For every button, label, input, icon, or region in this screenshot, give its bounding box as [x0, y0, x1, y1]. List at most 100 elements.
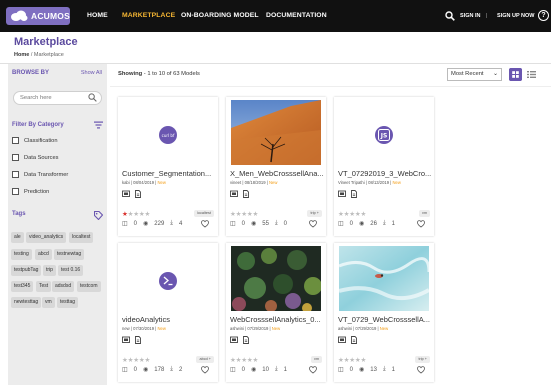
checkbox[interactable] — [12, 171, 19, 178]
sign-in-link[interactable]: SIGN IN — [460, 0, 480, 32]
comment-count: 0 — [241, 220, 246, 227]
model-tag[interactable]: trip + — [415, 356, 430, 363]
checkbox[interactable] — [12, 188, 19, 195]
browse-sidebar: BROWSE BY Show All Search here Filter By… — [8, 64, 107, 385]
model-tag[interactable]: vm — [310, 356, 322, 363]
tag-chip[interactable]: trip — [43, 265, 56, 276]
model-date: 07/29/2019 — [355, 326, 377, 331]
tag-chip[interactable]: vm — [42, 297, 55, 308]
checkbox[interactable] — [12, 154, 19, 161]
model-type-icons — [230, 190, 250, 199]
rating-stars[interactable]: ★★★★★ — [230, 210, 258, 218]
help-icon[interactable]: ? — [538, 10, 549, 21]
comment-icon: ◫ — [230, 221, 236, 227]
model-name[interactable]: videoAnalytics — [122, 315, 216, 324]
view-icon: ◉ — [143, 221, 149, 227]
search-icon[interactable] — [88, 93, 97, 102]
tag-icon[interactable] — [94, 211, 103, 220]
model-name[interactable]: VT_0729_WebCrosssellA... — [338, 315, 432, 324]
heart-icon[interactable] — [201, 366, 209, 374]
tag-chip[interactable]: newtesttag — [11, 297, 42, 308]
sort-dropdown[interactable]: Most Recent ⌄ — [447, 68, 502, 81]
nav-onboarding-model[interactable]: ON-BOARDING MODEL — [181, 0, 259, 32]
model-thumbnail[interactable]: JS — [339, 100, 429, 165]
tag-chip[interactable]: Test — [36, 281, 52, 292]
breadcrumb-home[interactable]: Home — [14, 52, 29, 58]
category-prediction[interactable]: Prediction — [12, 187, 49, 196]
filter-icon[interactable] — [94, 121, 103, 129]
model-tag[interactable]: vm — [418, 210, 430, 217]
model-name[interactable]: VT_07292019_3_WebCro... — [338, 169, 432, 178]
model-card[interactable]: X_Men_WebCrosssellAna... vineet | 08/18/… — [226, 97, 326, 236]
category-label: Classification — [24, 137, 58, 144]
view-count: 10 — [262, 366, 269, 373]
category-data-transformer[interactable]: Data Transformer — [12, 170, 68, 179]
model-thumbnail[interactable] — [231, 246, 321, 311]
rating-stars[interactable]: ★★★★★ — [122, 210, 150, 218]
sign-up-link[interactable]: SIGN UP NOW — [497, 0, 535, 32]
list-view-icon[interactable] — [525, 68, 538, 81]
view-count: 229 — [154, 220, 165, 227]
model-type-icons — [338, 190, 358, 199]
tag-chip[interactable]: testnewtag — [54, 249, 85, 260]
model-card[interactable]: JS VT_07292019_3_WebCro... Vineet Tripat… — [334, 97, 434, 236]
showing-label: Showing — [118, 71, 143, 77]
model-tag[interactable]: trip + — [307, 210, 322, 217]
model-card[interactable]: WebCrosssellAnalytics_0... ashwini | 07/… — [226, 243, 326, 382]
grid-view-icon[interactable] — [509, 68, 522, 81]
rating-stars[interactable]: ★★★★★ — [338, 356, 366, 364]
tag-chip[interactable]: test 0.16 — [58, 265, 84, 276]
model-stats: ◫ 0 ◉ 26 ⤓ 1 — [338, 220, 395, 227]
model-thumbnail[interactable]: curl bf — [123, 100, 213, 165]
model-card[interactable]: VT_0729_WebCrosssellA... ashwini | 07/29… — [334, 243, 434, 382]
comment-icon: ◫ — [338, 367, 344, 373]
tag-chip[interactable]: localtest — [69, 232, 94, 243]
heart-icon[interactable] — [309, 220, 317, 228]
download-icon: ⤓ — [382, 366, 386, 372]
tag-chip[interactable]: test345 — [11, 281, 34, 292]
rating-stars[interactable]: ★★★★★ — [122, 356, 150, 364]
model-name[interactable]: Customer_Segmentation... — [122, 169, 216, 178]
tag-chip[interactable]: testing — [11, 249, 32, 260]
checkbox[interactable] — [12, 137, 19, 144]
tag-chip[interactable]: testtag — [57, 297, 79, 308]
model-card[interactable]: videoAnalytics new | 07/30/2019 | New ★★… — [118, 243, 218, 382]
terminal-logo-icon — [123, 246, 213, 311]
category-data-sources[interactable]: Data Sources — [12, 153, 58, 162]
heart-icon[interactable] — [201, 220, 209, 228]
show-all-link[interactable]: Show All — [81, 70, 102, 76]
download-count: 0 — [283, 220, 287, 227]
model-thumbnail[interactable] — [123, 246, 213, 311]
heart-icon[interactable] — [417, 220, 425, 228]
nav-marketplace[interactable]: MARKETPLACE — [122, 0, 175, 32]
view-icon: ◉ — [143, 367, 149, 373]
tag-chip[interactable]: testpubTag — [11, 265, 42, 276]
model-name[interactable]: X_Men_WebCrosssellAna... — [230, 169, 324, 178]
heart-icon[interactable] — [309, 366, 317, 374]
tag-chip[interactable]: abcd — [35, 249, 52, 260]
nav-documentation[interactable]: DOCUMENTATION — [266, 0, 327, 32]
tag-chip[interactable]: ale — [11, 232, 24, 243]
search-icon[interactable] — [445, 11, 455, 21]
rating-stars[interactable]: ★★★★★ — [338, 210, 366, 218]
nav-home[interactable]: HOME — [87, 0, 108, 32]
model-name[interactable]: WebCrosssellAnalytics_0... — [230, 315, 324, 324]
model-card[interactable]: curl bf Customer_Segmentation... kabi | … — [118, 97, 218, 236]
model-tag[interactable]: abcd + — [196, 356, 214, 363]
comment-count: 0 — [241, 366, 246, 373]
model-icon — [122, 190, 130, 197]
model-type-icons — [230, 336, 250, 345]
model-thumbnail[interactable] — [231, 100, 321, 165]
rating-stars[interactable]: ★★★★★ — [230, 356, 258, 364]
tag-chip[interactable]: testcom — [77, 281, 101, 292]
model-thumbnail[interactable] — [339, 246, 429, 311]
tag-chip[interactable]: video_analytics — [26, 232, 67, 243]
download-count: 1 — [283, 366, 287, 373]
acumos-logo[interactable]: ACUMOS — [6, 7, 70, 25]
category-classification[interactable]: Classification — [12, 136, 58, 145]
tag-chip[interactable]: adsdsd — [52, 281, 75, 292]
heart-icon[interactable] — [417, 366, 425, 374]
model-type-icons — [338, 336, 358, 345]
model-tag[interactable]: localtest — [194, 210, 214, 217]
curlbf-logo-icon: curl bf — [123, 100, 213, 165]
